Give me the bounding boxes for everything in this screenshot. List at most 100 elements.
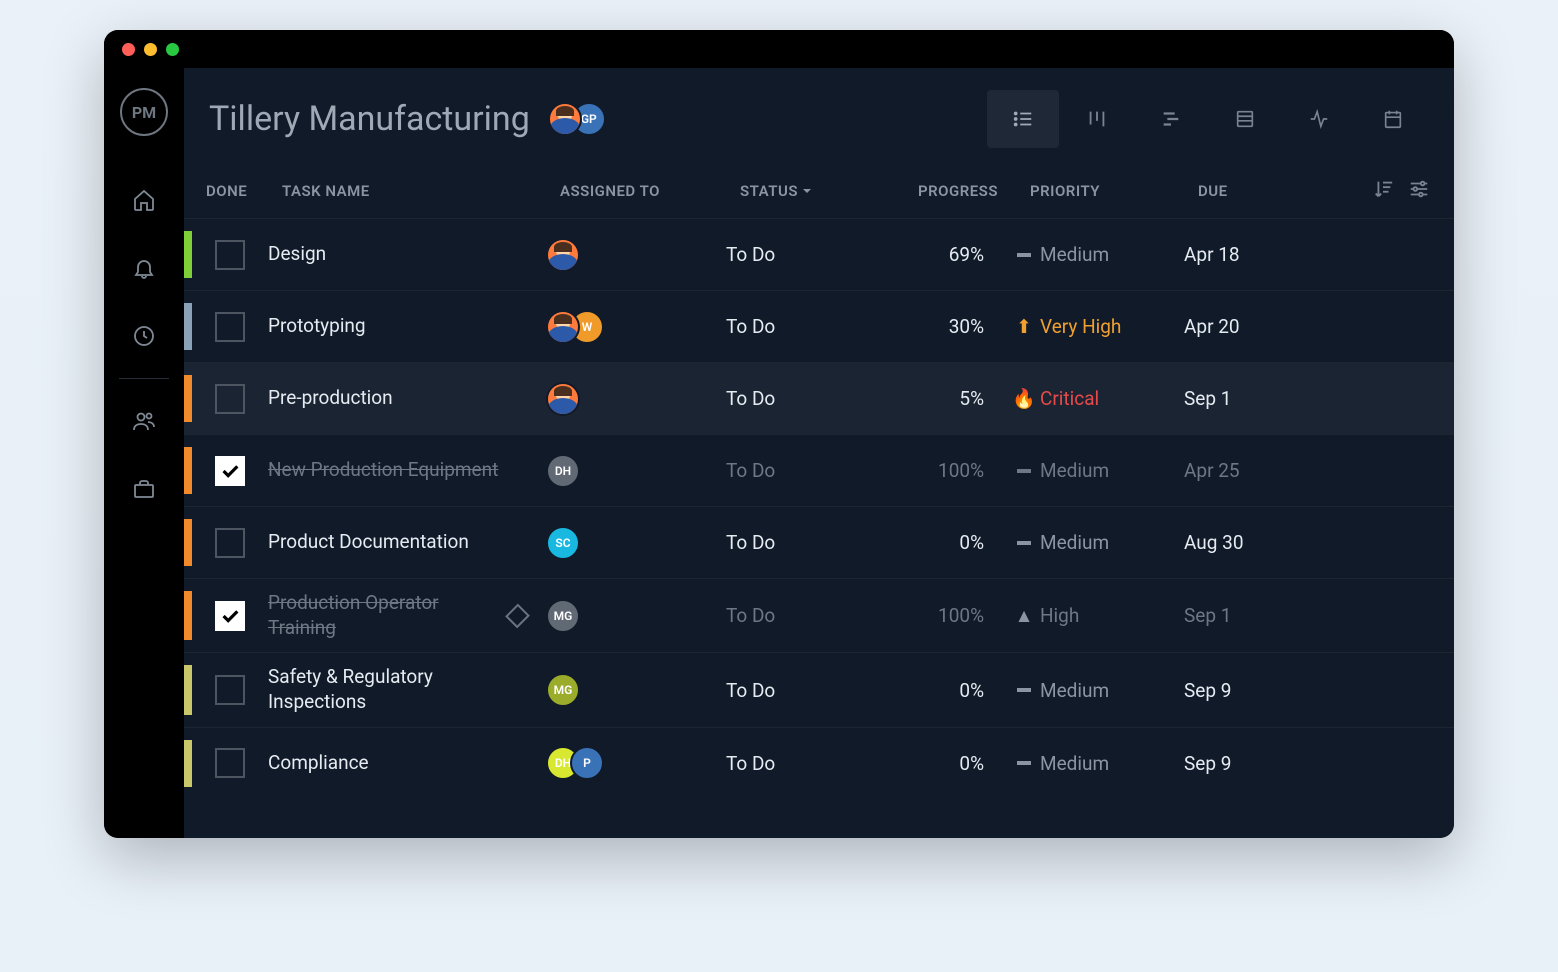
- avatar[interactable]: [548, 102, 582, 136]
- status-cell[interactable]: To Do: [726, 679, 878, 702]
- nav-people[interactable]: [104, 387, 184, 455]
- priority-cell[interactable]: Medium: [1016, 459, 1184, 482]
- done-checkbox[interactable]: [215, 384, 245, 414]
- minimize-window-button[interactable]: [144, 43, 157, 56]
- status-cell[interactable]: To Do: [726, 531, 878, 554]
- sort-button[interactable]: [1372, 178, 1394, 204]
- assigned-to[interactable]: [546, 382, 726, 416]
- priority-cell[interactable]: ⬆Very High: [1016, 315, 1184, 338]
- due-cell[interactable]: Apr 18: [1184, 243, 1314, 266]
- task-row[interactable]: Product DocumentationSC To Do0%MediumAug …: [184, 506, 1454, 578]
- gantt-icon: [1160, 108, 1182, 130]
- bell-icon: [132, 256, 156, 280]
- task-name[interactable]: Pre-production: [268, 386, 546, 411]
- status-cell[interactable]: To Do: [726, 315, 878, 338]
- avatar[interactable]: [546, 310, 580, 344]
- task-name[interactable]: Prototyping: [268, 314, 546, 339]
- view-calendar[interactable]: [1357, 90, 1429, 148]
- done-checkbox[interactable]: [215, 528, 245, 558]
- col-header-due[interactable]: DUE: [1198, 182, 1328, 200]
- progress-cell[interactable]: 5%: [878, 387, 1016, 410]
- priority-cell[interactable]: Medium: [1016, 531, 1184, 554]
- progress-cell[interactable]: 0%: [878, 752, 1016, 775]
- done-checkbox[interactable]: [215, 456, 245, 486]
- assigned-to[interactable]: MG: [546, 599, 726, 633]
- done-checkbox[interactable]: [215, 601, 245, 631]
- view-list[interactable]: [987, 90, 1059, 148]
- progress-cell[interactable]: 30%: [878, 315, 1016, 338]
- done-checkbox[interactable]: [215, 312, 245, 342]
- close-window-button[interactable]: [122, 43, 135, 56]
- priority-cell[interactable]: 🔥Critical: [1016, 387, 1184, 410]
- list-icon: [1012, 108, 1034, 130]
- nav-portfolio[interactable]: [104, 455, 184, 523]
- assigned-to[interactable]: DH: [546, 454, 726, 488]
- priority-cell[interactable]: Medium: [1016, 752, 1184, 775]
- priority-cell[interactable]: ▲High: [1016, 604, 1184, 628]
- status-cell[interactable]: To Do: [726, 752, 878, 775]
- status-cell[interactable]: To Do: [726, 243, 878, 266]
- avatar[interactable]: [546, 238, 580, 272]
- view-sheet[interactable]: [1209, 90, 1281, 148]
- task-name[interactable]: New Production Equipment: [268, 458, 546, 483]
- task-row[interactable]: Pre-production To Do5%🔥CriticalSep 1: [184, 362, 1454, 434]
- avatar[interactable]: [546, 382, 580, 416]
- col-header-status[interactable]: STATUS: [740, 182, 892, 200]
- due-cell[interactable]: Apr 20: [1184, 315, 1314, 338]
- due-cell[interactable]: Sep 9: [1184, 679, 1314, 702]
- nav-home[interactable]: [104, 166, 184, 234]
- task-name[interactable]: Safety & Regulatory Inspections: [268, 665, 546, 714]
- task-name[interactable]: Design: [268, 242, 546, 267]
- priority-cell[interactable]: Medium: [1016, 679, 1184, 702]
- done-checkbox[interactable]: [215, 240, 245, 270]
- board-icon: [1086, 108, 1108, 130]
- col-header-task[interactable]: TASK NAME: [282, 182, 560, 200]
- status-cell[interactable]: To Do: [726, 604, 878, 627]
- assigned-to[interactable]: [546, 238, 726, 272]
- due-cell[interactable]: Sep 9: [1184, 752, 1314, 775]
- task-name[interactable]: Product Documentation: [268, 530, 546, 555]
- due-cell[interactable]: Apr 25: [1184, 459, 1314, 482]
- status-cell[interactable]: To Do: [726, 459, 878, 482]
- progress-cell[interactable]: 69%: [878, 243, 1016, 266]
- task-name[interactable]: Compliance: [268, 751, 546, 776]
- done-checkbox[interactable]: [215, 748, 245, 778]
- due-cell[interactable]: Aug 30: [1184, 531, 1314, 554]
- filter-button[interactable]: [1408, 178, 1430, 204]
- avatar[interactable]: MG: [546, 599, 580, 633]
- assigned-to[interactable]: MG: [546, 673, 726, 707]
- progress-cell[interactable]: 100%: [878, 604, 1016, 627]
- done-checkbox[interactable]: [215, 675, 245, 705]
- progress-cell[interactable]: 0%: [878, 679, 1016, 702]
- col-header-done[interactable]: DONE: [198, 182, 282, 200]
- due-cell[interactable]: Sep 1: [1184, 604, 1314, 627]
- assigned-to[interactable]: SC: [546, 526, 726, 560]
- status-cell[interactable]: To Do: [726, 387, 878, 410]
- nav-recent[interactable]: [104, 302, 184, 370]
- col-header-assigned[interactable]: ASSIGNED TO: [560, 182, 740, 200]
- assigned-to[interactable]: DHP: [546, 746, 726, 780]
- task-row[interactable]: Design To Do69%MediumApr 18: [184, 218, 1454, 290]
- due-cell[interactable]: Sep 1: [1184, 387, 1314, 410]
- priority-cell[interactable]: Medium: [1016, 243, 1184, 266]
- task-row[interactable]: PrototypingWTo Do30%⬆Very HighApr 20: [184, 290, 1454, 362]
- col-header-progress[interactable]: PROGRESS: [892, 182, 1030, 200]
- progress-cell[interactable]: 100%: [878, 459, 1016, 482]
- maximize-window-button[interactable]: [166, 43, 179, 56]
- progress-cell[interactable]: 0%: [878, 531, 1016, 554]
- assigned-to[interactable]: W: [546, 310, 726, 344]
- task-row[interactable]: Production Operator TrainingMG To Do100%▲…: [184, 578, 1454, 652]
- nav-notifications[interactable]: [104, 234, 184, 302]
- view-board[interactable]: [1061, 90, 1133, 148]
- avatar[interactable]: MG: [546, 673, 580, 707]
- task-row[interactable]: New Production EquipmentDH To Do100%Mediu…: [184, 434, 1454, 506]
- task-name[interactable]: Production Operator Training: [268, 591, 546, 640]
- task-row[interactable]: Safety & Regulatory InspectionsMG To Do0%…: [184, 652, 1454, 726]
- task-row[interactable]: ComplianceDHPTo Do0%MediumSep 9: [184, 727, 1454, 799]
- view-gantt[interactable]: [1135, 90, 1207, 148]
- avatar[interactable]: SC: [546, 526, 580, 560]
- avatar[interactable]: DH: [546, 454, 580, 488]
- view-activity[interactable]: [1283, 90, 1355, 148]
- col-header-priority[interactable]: PRIORITY: [1030, 182, 1198, 200]
- avatar[interactable]: P: [570, 746, 604, 780]
